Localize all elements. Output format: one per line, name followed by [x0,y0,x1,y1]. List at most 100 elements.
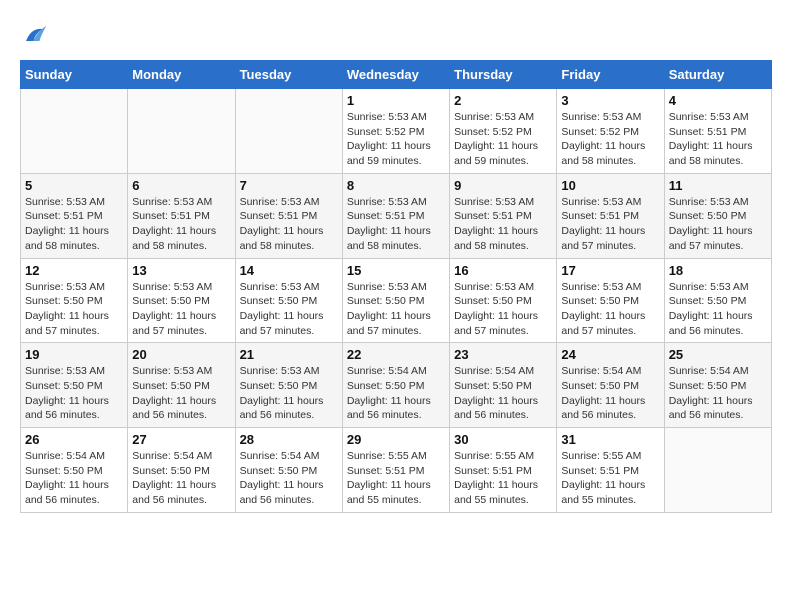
day-info: Sunrise: 5:55 AM Sunset: 5:51 PM Dayligh… [454,449,552,508]
calendar-day-cell: 1Sunrise: 5:53 AM Sunset: 5:52 PM Daylig… [342,89,449,174]
calendar-day-cell: 27Sunrise: 5:54 AM Sunset: 5:50 PM Dayli… [128,428,235,513]
day-number: 29 [347,432,445,447]
day-info: Sunrise: 5:53 AM Sunset: 5:50 PM Dayligh… [25,364,123,423]
page-header [20,20,772,50]
day-number: 18 [669,263,767,278]
day-info: Sunrise: 5:54 AM Sunset: 5:50 PM Dayligh… [454,364,552,423]
day-number: 15 [347,263,445,278]
calendar-table: SundayMondayTuesdayWednesdayThursdayFrid… [20,60,772,513]
day-info: Sunrise: 5:53 AM Sunset: 5:50 PM Dayligh… [561,280,659,339]
day-info: Sunrise: 5:55 AM Sunset: 5:51 PM Dayligh… [347,449,445,508]
day-number: 13 [132,263,230,278]
day-of-week-header: Thursday [450,61,557,89]
calendar-day-cell: 2 Sunrise: 5:53 AM Sunset: 5:52 PM Daylig… [450,89,557,174]
day-info: Sunrise: 5:53 AM Sunset: 5:51 PM Dayligh… [347,195,445,254]
day-number: 2 [454,93,552,108]
day-number: 8 [347,178,445,193]
day-number: 3 [561,93,659,108]
day-number: 11 [669,178,767,193]
day-info: Sunrise: 5:54 AM Sunset: 5:50 PM Dayligh… [669,364,767,423]
calendar-day-cell: 20 Sunrise: 5:53 AM Sunset: 5:50 PM Dayli… [128,343,235,428]
calendar-day-cell [664,428,771,513]
calendar-day-cell: 13Sunrise: 5:53 AM Sunset: 5:50 PM Dayli… [128,258,235,343]
day-info: Sunrise: 5:54 AM Sunset: 5:50 PM Dayligh… [347,364,445,423]
calendar-week-row: 12 Sunrise: 5:53 AM Sunset: 5:50 PM Dayli… [21,258,772,343]
day-number: 28 [240,432,338,447]
calendar-day-cell: 15 Sunrise: 5:53 AM Sunset: 5:50 PM Dayli… [342,258,449,343]
calendar-day-cell [235,89,342,174]
day-info: Sunrise: 5:53 AM Sunset: 5:51 PM Dayligh… [240,195,338,254]
day-number: 16 [454,263,552,278]
calendar-day-cell: 14 Sunrise: 5:53 AM Sunset: 5:50 PM Dayli… [235,258,342,343]
day-of-week-header: Friday [557,61,664,89]
calendar-day-cell: 16 Sunrise: 5:53 AM Sunset: 5:50 PM Dayli… [450,258,557,343]
calendar-day-cell: 26 Sunrise: 5:54 AM Sunset: 5:50 PM Dayli… [21,428,128,513]
day-info: Sunrise: 5:54 AM Sunset: 5:50 PM Dayligh… [25,449,123,508]
day-info: Sunrise: 5:53 AM Sunset: 5:50 PM Dayligh… [25,280,123,339]
day-info: Sunrise: 5:53 AM Sunset: 5:52 PM Dayligh… [454,110,552,169]
calendar-day-cell: 7Sunrise: 5:53 AM Sunset: 5:51 PM Daylig… [235,173,342,258]
logo [20,20,54,50]
day-info: Sunrise: 5:53 AM Sunset: 5:50 PM Dayligh… [669,195,767,254]
day-info: Sunrise: 5:53 AM Sunset: 5:50 PM Dayligh… [132,364,230,423]
day-info: Sunrise: 5:53 AM Sunset: 5:50 PM Dayligh… [347,280,445,339]
calendar-day-cell: 21Sunrise: 5:53 AM Sunset: 5:50 PM Dayli… [235,343,342,428]
day-number: 14 [240,263,338,278]
day-info: Sunrise: 5:54 AM Sunset: 5:50 PM Dayligh… [132,449,230,508]
day-number: 4 [669,93,767,108]
calendar-day-cell: 28 Sunrise: 5:54 AM Sunset: 5:50 PM Dayli… [235,428,342,513]
calendar-day-cell: 25 Sunrise: 5:54 AM Sunset: 5:50 PM Dayli… [664,343,771,428]
day-of-week-header: Wednesday [342,61,449,89]
calendar-day-cell: 18 Sunrise: 5:53 AM Sunset: 5:50 PM Dayli… [664,258,771,343]
day-info: Sunrise: 5:53 AM Sunset: 5:50 PM Dayligh… [454,280,552,339]
day-info: Sunrise: 5:54 AM Sunset: 5:50 PM Dayligh… [240,449,338,508]
day-number: 21 [240,347,338,362]
calendar-day-cell: 8 Sunrise: 5:53 AM Sunset: 5:51 PM Daylig… [342,173,449,258]
day-info: Sunrise: 5:55 AM Sunset: 5:51 PM Dayligh… [561,449,659,508]
calendar-week-row: 5 Sunrise: 5:53 AM Sunset: 5:51 PM Daylig… [21,173,772,258]
calendar-day-cell: 30 Sunrise: 5:55 AM Sunset: 5:51 PM Dayli… [450,428,557,513]
day-number: 25 [669,347,767,362]
day-info: Sunrise: 5:53 AM Sunset: 5:52 PM Dayligh… [561,110,659,169]
day-number: 1 [347,93,445,108]
calendar-header-row: SundayMondayTuesdayWednesdayThursdayFrid… [21,61,772,89]
calendar-day-cell: 19 Sunrise: 5:53 AM Sunset: 5:50 PM Dayli… [21,343,128,428]
day-info: Sunrise: 5:53 AM Sunset: 5:51 PM Dayligh… [561,195,659,254]
calendar-day-cell: 4 Sunrise: 5:53 AM Sunset: 5:51 PM Daylig… [664,89,771,174]
day-info: Sunrise: 5:54 AM Sunset: 5:50 PM Dayligh… [561,364,659,423]
day-info: Sunrise: 5:53 AM Sunset: 5:50 PM Dayligh… [240,280,338,339]
calendar-day-cell [21,89,128,174]
day-number: 23 [454,347,552,362]
day-of-week-header: Tuesday [235,61,342,89]
day-info: Sunrise: 5:53 AM Sunset: 5:50 PM Dayligh… [669,280,767,339]
logo-icon [20,20,50,50]
day-info: Sunrise: 5:53 AM Sunset: 5:51 PM Dayligh… [454,195,552,254]
calendar-day-cell: 29 Sunrise: 5:55 AM Sunset: 5:51 PM Dayli… [342,428,449,513]
day-info: Sunrise: 5:53 AM Sunset: 5:51 PM Dayligh… [669,110,767,169]
day-number: 19 [25,347,123,362]
day-number: 9 [454,178,552,193]
calendar-day-cell: 5Sunrise: 5:53 AM Sunset: 5:51 PM Daylig… [21,173,128,258]
day-of-week-header: Saturday [664,61,771,89]
calendar-day-cell [128,89,235,174]
day-number: 22 [347,347,445,362]
day-number: 12 [25,263,123,278]
calendar-day-cell: 22 Sunrise: 5:54 AM Sunset: 5:50 PM Dayli… [342,343,449,428]
day-number: 5 [25,178,123,193]
day-of-week-header: Sunday [21,61,128,89]
calendar-day-cell: 17 Sunrise: 5:53 AM Sunset: 5:50 PM Dayli… [557,258,664,343]
day-number: 20 [132,347,230,362]
day-number: 17 [561,263,659,278]
calendar-day-cell: 6 Sunrise: 5:53 AM Sunset: 5:51 PM Daylig… [128,173,235,258]
calendar-week-row: 19 Sunrise: 5:53 AM Sunset: 5:50 PM Dayli… [21,343,772,428]
day-number: 6 [132,178,230,193]
calendar-day-cell: 11 Sunrise: 5:53 AM Sunset: 5:50 PM Dayli… [664,173,771,258]
calendar-day-cell: 24Sunrise: 5:54 AM Sunset: 5:50 PM Dayli… [557,343,664,428]
day-number: 10 [561,178,659,193]
day-number: 26 [25,432,123,447]
day-number: 30 [454,432,552,447]
calendar-day-cell: 31Sunrise: 5:55 AM Sunset: 5:51 PM Dayli… [557,428,664,513]
calendar-day-cell: 3 Sunrise: 5:53 AM Sunset: 5:52 PM Daylig… [557,89,664,174]
day-info: Sunrise: 5:53 AM Sunset: 5:51 PM Dayligh… [132,195,230,254]
calendar-day-cell: 23 Sunrise: 5:54 AM Sunset: 5:50 PM Dayli… [450,343,557,428]
